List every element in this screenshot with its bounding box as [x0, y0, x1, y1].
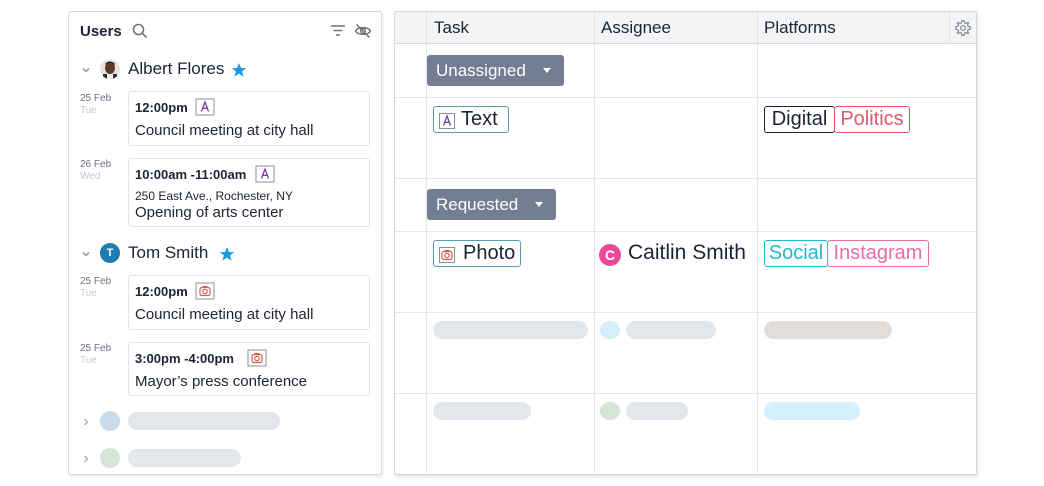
- event-title: Mayor’s press conference: [135, 373, 308, 390]
- status-label: Requested: [436, 195, 519, 214]
- user-name: Tom Smith: [128, 243, 209, 262]
- text-icon: [195, 98, 215, 116]
- row-divider: [395, 231, 976, 232]
- skeleton-avatar: [100, 411, 120, 431]
- event-card[interactable]: 3:00pm -4:00pm Mayor’s press conference: [128, 342, 370, 396]
- task-table: Task Assignee Platforms Unassigned Text: [394, 11, 977, 475]
- gear-icon[interactable]: [954, 19, 972, 37]
- event-date-day: 26 Feb: [80, 159, 112, 170]
- chevron-right-icon[interactable]: [80, 415, 92, 427]
- row-divider: [395, 393, 976, 394]
- status-label: Unassigned: [436, 61, 526, 80]
- skeleton-line: [764, 321, 892, 339]
- users-panel: Users Albert Flores 25 Feb Tue 12:00pm C…: [68, 11, 382, 475]
- row-divider: [395, 97, 976, 98]
- event-date: 26 Feb Wed: [80, 159, 124, 182]
- chevron-down-icon[interactable]: [80, 63, 92, 75]
- user-row-albert-flores[interactable]: Albert Flores: [69, 57, 381, 83]
- task-tag-text[interactable]: Text: [433, 106, 509, 133]
- chevron-right-icon[interactable]: [80, 452, 92, 464]
- task-label: Photo: [463, 242, 516, 264]
- event-date: 25 Feb Tue: [80, 343, 124, 366]
- column-header-platforms[interactable]: Platforms: [764, 18, 836, 38]
- text-icon: [439, 111, 455, 129]
- event-date-day: 25 Feb: [80, 93, 112, 104]
- column-divider: [757, 12, 758, 474]
- user-row-tom-smith[interactable]: T Tom Smith: [69, 241, 381, 267]
- event-time: 12:00pm: [135, 284, 188, 299]
- avatar: [100, 59, 120, 79]
- skeleton-avatar: [600, 402, 620, 420]
- status-dropdown-requested[interactable]: Requested: [427, 189, 556, 220]
- event-time: 10:00am -11:00am: [135, 167, 247, 182]
- task-tag-photo[interactable]: Photo: [433, 240, 521, 267]
- event-date-day: 25 Feb: [80, 276, 112, 287]
- column-header-assignee[interactable]: Assignee: [601, 18, 671, 38]
- skeleton-line: [626, 402, 688, 420]
- row-divider: [395, 312, 976, 313]
- platform-label: Instagram: [833, 242, 923, 264]
- event-time: 12:00pm: [135, 100, 188, 115]
- event-date-weekday: Tue: [80, 288, 97, 299]
- users-panel-title: Users: [80, 23, 122, 40]
- avatar: T: [100, 243, 120, 263]
- event-card[interactable]: 12:00pm Council meeting at city hall: [128, 275, 370, 330]
- platform-label: Digital: [771, 108, 828, 130]
- platform-tag-politics[interactable]: Politics: [834, 106, 910, 133]
- chevron-down-icon[interactable]: [80, 247, 92, 259]
- event-date-day: 25 Feb: [80, 343, 112, 354]
- skeleton-line: [433, 402, 531, 420]
- text-icon: [255, 165, 275, 183]
- event-date-weekday: Tue: [80, 355, 97, 366]
- skeleton-avatar: [600, 321, 620, 339]
- assignee-name[interactable]: Caitlin Smith: [628, 241, 746, 265]
- skeleton-line: [433, 321, 588, 339]
- platform-tag-digital[interactable]: Digital: [764, 106, 835, 133]
- skeleton-line: [128, 449, 241, 467]
- column-divider: [594, 12, 595, 474]
- event-title: Opening of arts center: [135, 204, 284, 221]
- status-dropdown-unassigned[interactable]: Unassigned: [427, 55, 564, 86]
- column-header-task[interactable]: Task: [434, 18, 469, 38]
- hide-icon[interactable]: [354, 22, 372, 40]
- platform-tag-social[interactable]: Social: [764, 240, 828, 267]
- skeleton-line: [626, 321, 716, 339]
- camera-icon: [195, 282, 215, 300]
- camera-icon: [439, 245, 455, 263]
- event-title: Council meeting at city hall: [135, 122, 314, 139]
- event-card[interactable]: 12:00pm Council meeting at city hall: [128, 91, 370, 146]
- event-date-weekday: Wed: [80, 171, 101, 182]
- user-name: Albert Flores: [128, 59, 225, 78]
- skeleton-line: [128, 412, 280, 430]
- skeleton-line: [764, 402, 860, 420]
- table-header: Task Assignee Platforms: [395, 12, 976, 44]
- assignee-avatar: C: [599, 244, 621, 266]
- star-icon[interactable]: [231, 62, 247, 78]
- column-divider: [949, 12, 950, 44]
- row-divider: [395, 178, 976, 179]
- event-time: 3:00pm -4:00pm: [135, 351, 234, 366]
- camera-icon: [247, 349, 267, 367]
- search-icon[interactable]: [131, 22, 149, 40]
- caret-down-icon: [543, 68, 551, 73]
- event-card[interactable]: 10:00am -11:00am 250 East Ave., Rocheste…: [128, 158, 370, 227]
- caret-down-icon: [535, 202, 543, 207]
- star-icon[interactable]: [219, 246, 235, 262]
- event-location: 250 East Ave., Rochester, NY: [135, 189, 293, 203]
- platform-tag-instagram[interactable]: Instagram: [827, 240, 929, 267]
- platform-label: Social: [768, 242, 824, 264]
- event-date-weekday: Tue: [80, 105, 97, 116]
- users-panel-header: Users: [69, 12, 381, 50]
- task-label: Text: [461, 108, 498, 130]
- filter-icon[interactable]: [329, 22, 347, 40]
- event-date: 25 Feb Tue: [80, 93, 124, 116]
- platform-label: Politics: [840, 108, 904, 130]
- skeleton-avatar: [100, 448, 120, 468]
- event-title: Council meeting at city hall: [135, 306, 314, 323]
- event-date: 25 Feb Tue: [80, 276, 124, 299]
